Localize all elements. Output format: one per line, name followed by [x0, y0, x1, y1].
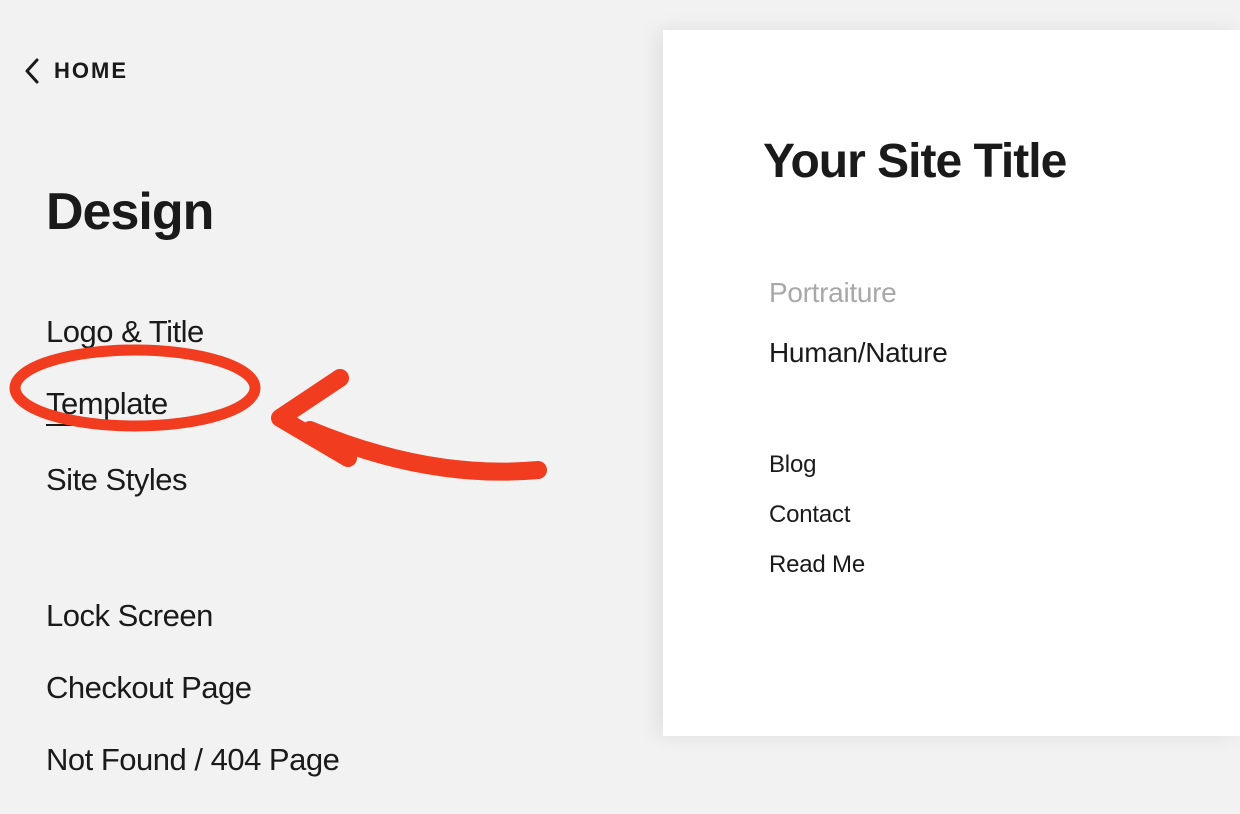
- nav-item-contact[interactable]: Contact: [769, 501, 1240, 529]
- nav-primary-group: Portraiture Human/Nature: [663, 189, 1240, 369]
- menu-item-logo-title[interactable]: Logo & Title: [46, 314, 204, 350]
- back-label: HOME: [54, 58, 128, 84]
- menu-item-checkout-page[interactable]: Checkout Page: [46, 670, 251, 706]
- menu-item-lock-screen[interactable]: Lock Screen: [46, 598, 213, 634]
- chevron-left-icon: [24, 58, 40, 84]
- menu-group-appearance: Logo & Title Template Site Styles: [0, 242, 663, 534]
- nav-item-read-me[interactable]: Read Me: [769, 551, 1240, 579]
- menu-item-site-styles[interactable]: Site Styles: [46, 462, 187, 498]
- menu-item-template[interactable]: Template: [46, 386, 168, 426]
- menu-item-404-page[interactable]: Not Found / 404 Page: [46, 742, 339, 778]
- site-preview-panel: Your Site Title Portraiture Human/Nature…: [663, 30, 1240, 736]
- nav-item-blog[interactable]: Blog: [769, 451, 1240, 479]
- nav-item-human-nature[interactable]: Human/Nature: [769, 337, 1240, 369]
- menu-group-pages: Lock Screen Checkout Page Not Found / 40…: [0, 534, 663, 814]
- section-title: Design: [0, 84, 663, 242]
- nav-secondary-group: Blog Contact Read Me: [663, 397, 1240, 579]
- sidebar-panel: HOME Design Logo & Title Template Site S…: [0, 0, 663, 736]
- site-title[interactable]: Your Site Title: [663, 30, 1240, 189]
- back-button[interactable]: HOME: [0, 0, 663, 84]
- nav-item-portraiture[interactable]: Portraiture: [769, 277, 1240, 309]
